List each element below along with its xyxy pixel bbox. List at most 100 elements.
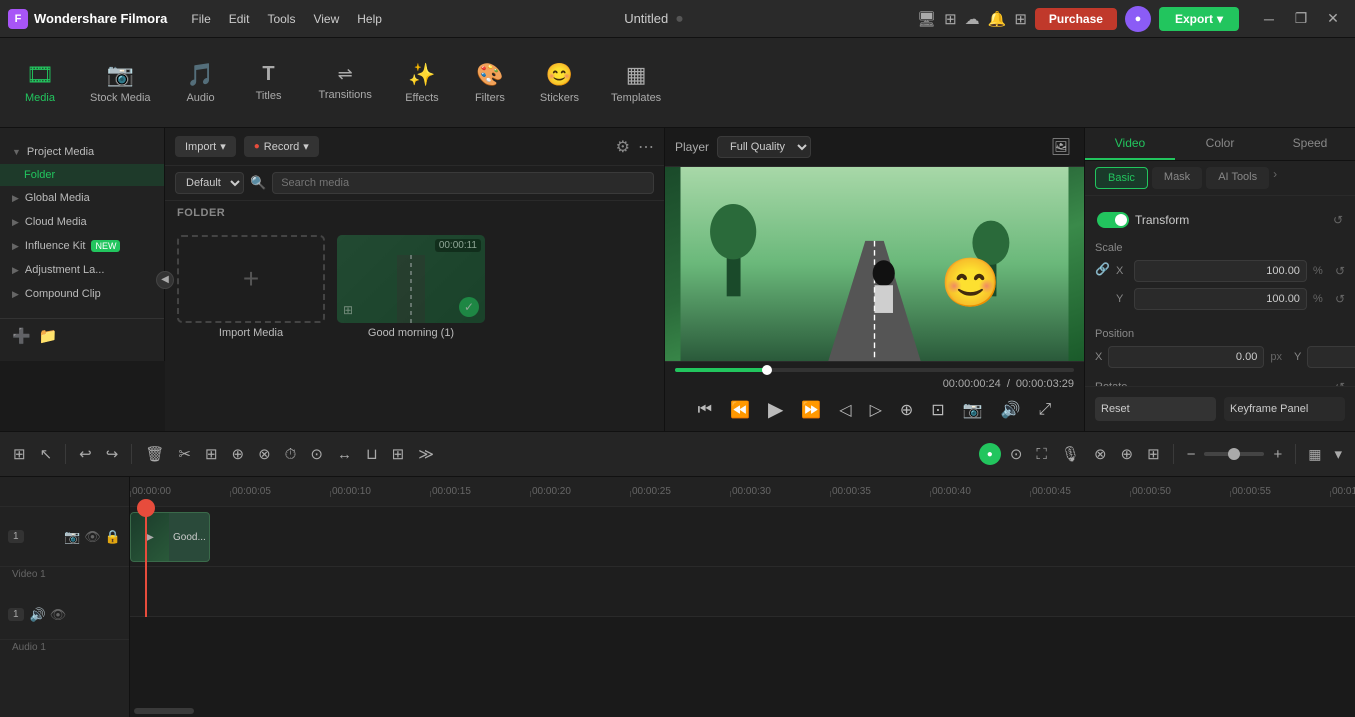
sidebar-item-adjustment[interactable]: ▶ Adjustment La... [0,258,164,282]
transform-reset-icon[interactable]: ↺ [1333,213,1343,227]
tl-pip-button[interactable]: ⊞ [1142,441,1165,467]
tl-select-button[interactable]: ↖ [35,441,58,467]
tab-speed[interactable]: Speed [1265,128,1355,160]
import-media-thumb[interactable]: + Import Media [177,235,325,339]
menu-tools[interactable]: Tools [259,9,303,29]
eye-icon[interactable]: 👁 [84,529,101,545]
mark-out-button[interactable]: ▷ [865,397,887,423]
toolbar-audio[interactable]: 🎵 Audio [169,43,233,123]
toolbar-stock-media[interactable]: 📷 Stock Media [76,43,165,123]
more-icon[interactable]: ⋯ [638,137,654,157]
skip-back-button[interactable]: ⏮ [693,398,717,422]
scale-x-reset-icon[interactable]: ↺ [1335,264,1345,278]
fullscreen-button[interactable]: ⤢ [1034,398,1057,422]
scale-y-input[interactable] [1134,288,1307,310]
maximize-button[interactable]: ❐ [1287,8,1315,30]
tl-color-button[interactable]: ⊙ [305,441,328,467]
bell-icon[interactable]: 🔔 [988,10,1007,28]
sidebar-item-influence-kit[interactable]: ▶ Influence Kit NEW [0,234,164,258]
image-icon[interactable]: 🖼 [1048,134,1074,160]
purchase-button[interactable]: Purchase [1035,8,1117,30]
sidebar-item-project-media[interactable]: ▼ Project Media [0,140,164,164]
media-item-good-morning[interactable]: 00:00:11 ⊞ ✓ Good morning (1) [337,235,485,339]
add-folder-icon[interactable]: ➕ [12,327,31,345]
import-button[interactable]: Import ▾ [175,136,236,157]
tl-subtitle-button[interactable]: ⊞ [387,441,410,467]
sidebar-item-compound-clip[interactable]: ▶ Compound Clip [0,282,164,306]
frame-back-button[interactable]: ⏪ [725,397,755,423]
audio-button[interactable]: 🔊 [996,397,1026,423]
sidebar-item-cloud-media[interactable]: ▶ Cloud Media [0,210,164,234]
mark-in-button[interactable]: ◁ [834,397,856,423]
folder-icon[interactable]: 📁 [39,327,58,345]
avatar[interactable]: ● [1125,6,1151,32]
tab-video[interactable]: Video [1085,128,1175,160]
toolbar-titles[interactable]: T Titles [237,43,301,123]
scale-x-input[interactable] [1134,260,1307,282]
toolbar-filters[interactable]: 🎨 Filters [458,43,522,123]
tl-zoom-slider[interactable] [1204,452,1264,456]
import-media-box[interactable]: + [177,235,325,323]
tl-crop-button[interactable]: ⊞ [200,441,223,467]
tl-undo-button[interactable]: ↩ [74,441,97,467]
lock-icon[interactable]: 🔗 [1095,262,1110,276]
tl-delete-button[interactable]: 🗑 [140,441,169,467]
media-sort-select[interactable]: Default [175,172,244,194]
minimize-button[interactable]: ─ [1255,8,1283,30]
toolbar-stickers[interactable]: 😊 Stickers [526,43,593,123]
tl-mic-button[interactable]: 🎙 [1056,441,1085,467]
frame-forward-button[interactable]: ⏩ [796,397,826,423]
tl-split-button[interactable]: ⊗ [253,441,276,467]
tl-flag-button[interactable]: ⛶ [1031,442,1052,467]
tl-more-button[interactable]: ≫ [413,441,439,467]
search-input[interactable] [272,172,654,194]
position-x-input[interactable] [1108,346,1264,368]
menu-file[interactable]: File [183,9,218,29]
subtab-basic[interactable]: Basic [1095,167,1148,189]
tl-zoom-out-button[interactable]: − [1182,442,1201,467]
transform-toggle-switch[interactable] [1097,212,1129,228]
cloud-icon[interactable]: ☁ [965,10,980,28]
record-button[interactable]: ● Record ▾ [244,136,319,157]
tl-settings-button[interactable]: ▾ [1329,441,1347,467]
tl-snap-button[interactable]: ⊞ [8,441,31,467]
progress-bar[interactable] [675,368,1074,372]
subtabs-more-icon[interactable]: › [1273,167,1277,189]
tl-zoom-in-button[interactable]: + [1268,442,1287,467]
scale-y-reset-icon[interactable]: ↺ [1335,292,1345,306]
tl-record-dot[interactable]: ● [979,443,1001,465]
timeline-content[interactable]: 00:00:00 00:00:05 00:00:10 00:00:15 00:0… [130,477,1355,717]
grid-icon[interactable]: ⊞ [1014,10,1027,28]
export-button[interactable]: Export ▾ [1159,7,1239,31]
toolbar-templates[interactable]: ▦ Templates [597,43,675,123]
tl-cut-button[interactable]: ✂ [173,441,196,467]
menu-help[interactable]: Help [349,9,390,29]
close-button[interactable]: ✕ [1319,8,1347,30]
sidebar-item-folder[interactable]: Folder [0,164,164,186]
subtab-ai-tools[interactable]: AI Tools [1206,167,1269,189]
tl-speed-button[interactable]: ⏱ [280,442,302,467]
subtab-mask[interactable]: Mask [1152,167,1202,189]
audio-eye-icon[interactable]: 👁 [50,607,67,623]
filter-icon[interactable]: ⚙ [616,137,630,157]
video-clip[interactable]: ▶ Good... [130,512,210,562]
media-thumb-img-good-morning[interactable]: 00:00:11 ⊞ ✓ [337,235,485,323]
toolbar-transitions[interactable]: ⇌ Transitions [305,43,386,123]
play-button[interactable]: ▶ [763,394,788,425]
toolbar-media[interactable]: 🎞 Media [8,43,72,123]
tl-layout-button[interactable]: ▦ [1304,442,1325,467]
tl-transition-button[interactable]: ↔ [332,442,357,467]
tl-camera-button[interactable]: ⊙ [1005,441,1028,467]
share-icon[interactable]: ⊞ [944,10,957,28]
menu-edit[interactable]: Edit [221,9,258,29]
sidebar-item-global-media[interactable]: ▶ Global Media [0,186,164,210]
monitor-icon[interactable]: 🖥 [917,10,936,28]
keyframe-panel-button[interactable]: Keyframe Panel [1224,397,1345,421]
menu-view[interactable]: View [305,9,347,29]
tl-add-button[interactable]: ⊕ [227,441,250,467]
snapshot-button[interactable]: 📷 [958,397,988,423]
tl-marker-button[interactable]: ⊗ [1089,441,1112,467]
lock-track-icon[interactable]: 🔒 [105,529,121,545]
extract-button[interactable]: ⊕ [895,397,918,423]
tab-color[interactable]: Color [1175,128,1265,160]
